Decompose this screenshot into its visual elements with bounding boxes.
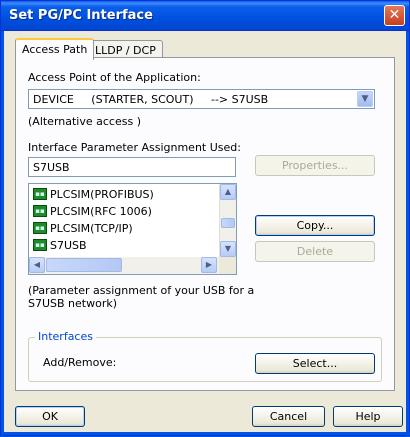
delete-button-label: Delete bbox=[296, 245, 334, 258]
ok-button[interactable]: OK bbox=[15, 406, 85, 427]
list-item-label: S7USB bbox=[50, 238, 87, 252]
dropdown-arrow-button[interactable]: ▼ bbox=[357, 91, 373, 107]
interfaces-group-title: Interfaces bbox=[35, 330, 96, 343]
arrow-right-icon: ▶ bbox=[205, 260, 213, 269]
description-line-1: (Parameter assignment of your USB for a bbox=[28, 284, 255, 297]
properties-button[interactable]: Properties... bbox=[255, 155, 375, 176]
chevron-down-icon: ▼ bbox=[361, 94, 369, 104]
arrow-down-icon: ▼ bbox=[224, 244, 232, 253]
alternative-access-note: (Alternative access ) bbox=[28, 115, 141, 128]
select-button[interactable]: Select... bbox=[255, 353, 375, 374]
dialog-window: Set PG/PC Interface ✕ Access Path LLDP /… bbox=[0, 0, 410, 437]
interface-list[interactable]: ▪▪ PLCSIM(PROFIBUS) ▪▪ PLCSIM(RFC 1006) … bbox=[28, 183, 237, 275]
vertical-scrollbar[interactable]: ▲ ▼ bbox=[219, 184, 236, 258]
help-button-label: Help bbox=[355, 410, 381, 423]
list-item-label: PLCSIM(PROFIBUS) bbox=[50, 187, 154, 201]
access-point-label: Access Point of the Application: bbox=[28, 71, 201, 84]
panel-content: Access Point of the Application: DEVICE … bbox=[1, 1, 410, 437]
network-adapter-icon: ▪▪ bbox=[33, 239, 47, 251]
interface-param-label: Interface Parameter Assignment Used: bbox=[28, 141, 241, 154]
cancel-button[interactable]: Cancel bbox=[252, 406, 325, 427]
network-adapter-icon: ▪▪ bbox=[33, 222, 47, 234]
cancel-button-label: Cancel bbox=[269, 410, 308, 423]
description-line-2: S7USB network) bbox=[28, 297, 118, 310]
list-item[interactable]: ▪▪ PLCSIM(TCP/IP) bbox=[33, 220, 133, 236]
scroll-left-button[interactable]: ◀ bbox=[29, 257, 45, 273]
interface-param-value: S7USB bbox=[33, 161, 70, 174]
ok-button-label: OK bbox=[42, 410, 58, 423]
horizontal-scroll-thumb[interactable] bbox=[46, 258, 122, 272]
scroll-down-button[interactable]: ▼ bbox=[220, 241, 236, 257]
horizontal-scrollbar[interactable]: ◀ ▶ bbox=[29, 257, 219, 274]
list-item-selected[interactable]: ▪▪ S7USB bbox=[33, 237, 87, 253]
access-point-value: DEVICE (STARTER, SCOUT) --> S7USB bbox=[33, 93, 269, 106]
scroll-corner bbox=[219, 257, 236, 274]
scroll-right-button[interactable]: ▶ bbox=[201, 257, 217, 273]
access-point-dropdown[interactable]: DEVICE (STARTER, SCOUT) --> S7USB ▼ bbox=[28, 89, 375, 109]
interface-param-input[interactable]: S7USB bbox=[28, 157, 236, 177]
vertical-scroll-thumb[interactable] bbox=[221, 218, 235, 228]
list-item[interactable]: ▪▪ PLCSIM(RFC 1006) bbox=[33, 203, 152, 219]
copy-button-label: Copy... bbox=[296, 219, 334, 232]
delete-button[interactable]: Delete bbox=[255, 241, 375, 262]
select-button-label: Select... bbox=[292, 357, 338, 370]
properties-button-label: Properties... bbox=[281, 159, 349, 172]
network-adapter-icon: ▪▪ bbox=[33, 205, 47, 217]
list-item-label: PLCSIM(RFC 1006) bbox=[50, 204, 152, 218]
scroll-up-button[interactable]: ▲ bbox=[220, 184, 236, 200]
copy-button[interactable]: Copy... bbox=[255, 215, 375, 236]
add-remove-label: Add/Remove: bbox=[43, 356, 117, 369]
list-item-label: PLCSIM(TCP/IP) bbox=[50, 221, 133, 235]
help-button[interactable]: Help bbox=[333, 406, 403, 427]
arrow-up-icon: ▲ bbox=[224, 187, 232, 196]
list-item[interactable]: ▪▪ PLCSIM(PROFIBUS) bbox=[33, 186, 154, 202]
network-adapter-icon: ▪▪ bbox=[33, 188, 47, 200]
arrow-left-icon: ◀ bbox=[33, 260, 41, 269]
